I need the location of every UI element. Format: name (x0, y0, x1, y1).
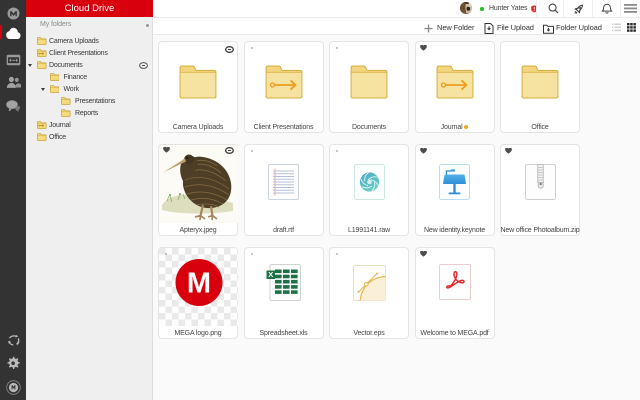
svg-text:M: M (187, 268, 211, 300)
svg-text:X: X (268, 270, 273, 279)
